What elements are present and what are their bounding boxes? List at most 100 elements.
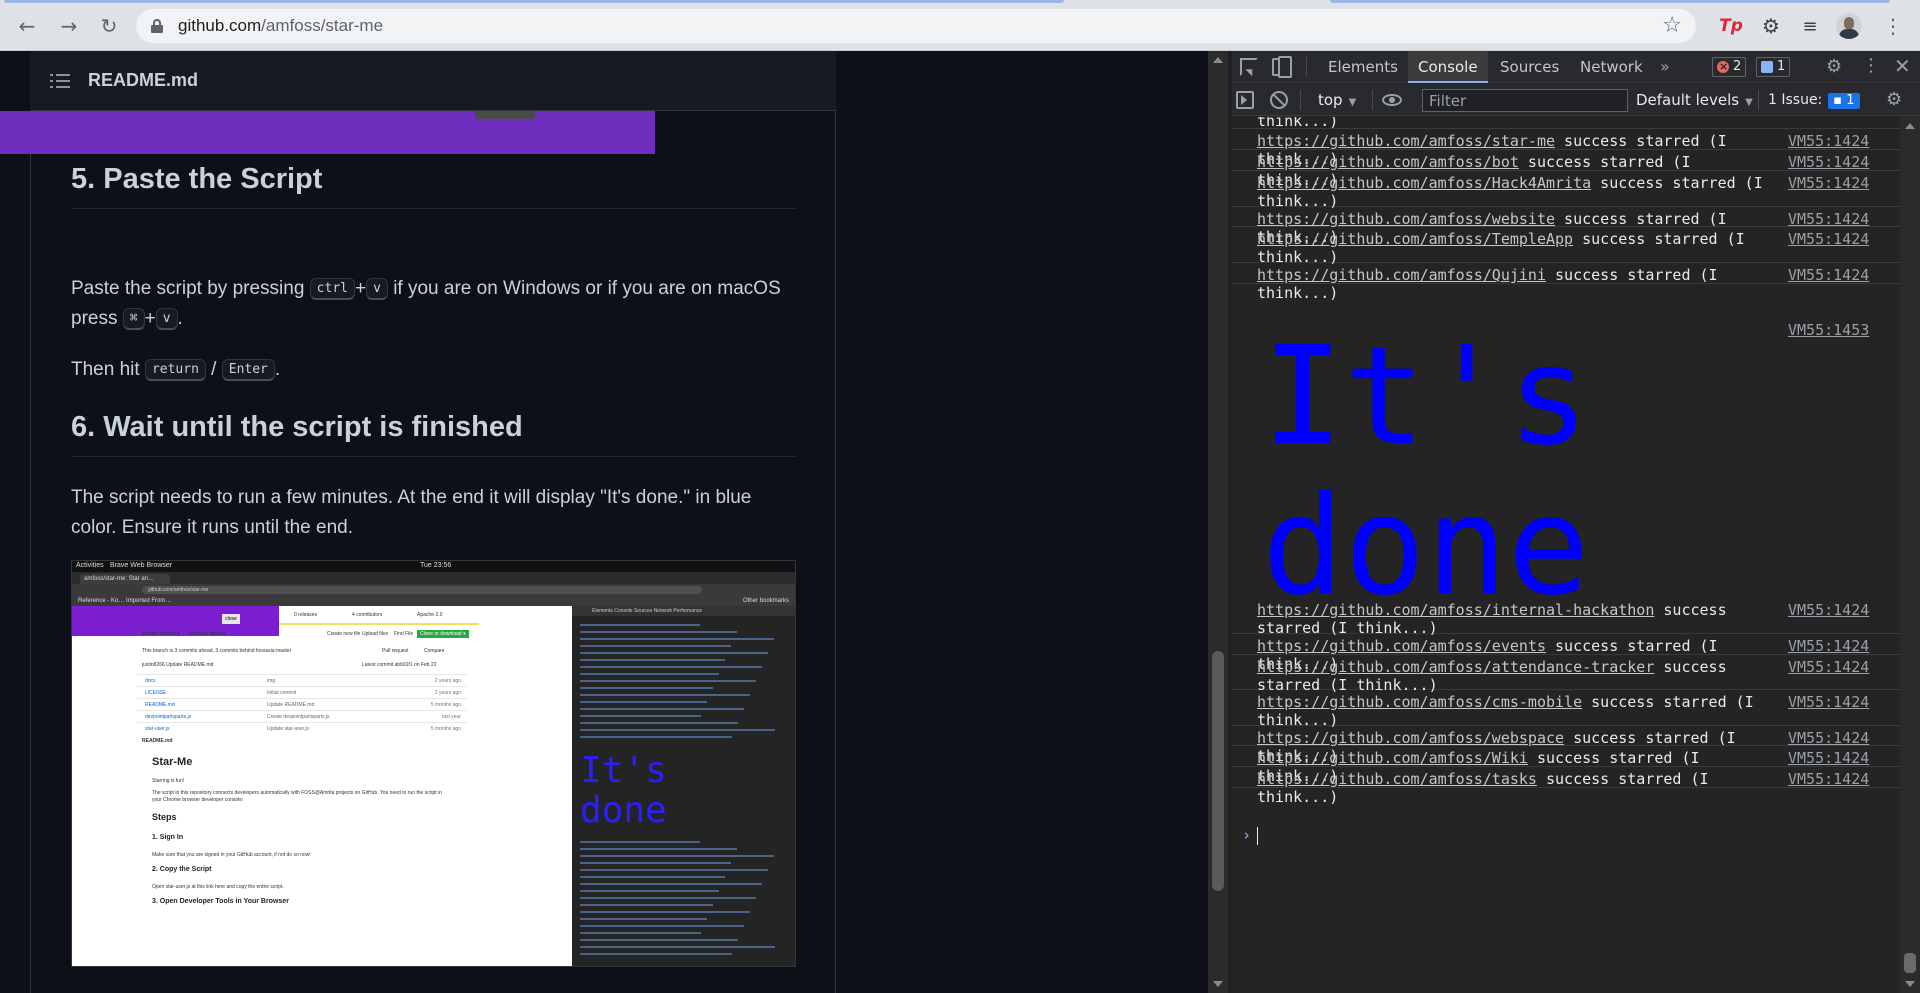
log-url-link[interactable]: https://github.com/amfoss/bot	[1257, 153, 1519, 171]
scroll-down-arrow-icon[interactable]	[1905, 981, 1915, 987]
source-link[interactable]: VM55:1424	[1788, 693, 1869, 711]
source-link[interactable]: VM55:1424	[1788, 174, 1869, 192]
source-link[interactable]: VM55:1424	[1788, 729, 1869, 747]
extensions-puzzle-icon[interactable]: ⚙	[1758, 13, 1784, 39]
browser-menu-icon[interactable]: ⋮	[1880, 13, 1906, 39]
log-levels-dropdown[interactable]: Default levels ▼	[1636, 90, 1753, 113]
log-url-link[interactable]: https://github.com/amfoss/internal-hacka…	[1257, 601, 1654, 619]
readme-title[interactable]: README.md	[88, 70, 198, 91]
tab-console[interactable]: Console	[1408, 51, 1488, 83]
log-message: https://github.com/amfoss/cms-mobile suc…	[1257, 693, 1777, 729]
settings-gear-icon[interactable]: ⚙	[1826, 56, 1842, 77]
more-tabs-icon[interactable]: »	[1660, 51, 1670, 83]
inspect-element-icon[interactable]	[1240, 58, 1258, 76]
source-link[interactable]: VM55:1424	[1788, 658, 1869, 676]
shot-log-line	[580, 736, 732, 738]
source-link[interactable]: VM55:1424	[1788, 230, 1869, 248]
console-log-row: https://github.com/amfoss/webspace succe…	[1232, 726, 1900, 765]
shot-address-bar: github.com/amfoss/star-me	[72, 584, 795, 596]
hit-text: Then hit	[71, 359, 145, 380]
url-text[interactable]: github.com/amfoss/star-me	[178, 16, 383, 36]
log-url-link[interactable]: https://github.com/amfoss/Wiki	[1257, 749, 1528, 767]
address-bar[interactable]: github.com/amfoss/star-me ☆	[136, 9, 1696, 43]
bookmark-star-icon[interactable]: ☆	[1662, 13, 1682, 38]
source-link[interactable]: VM55:1424	[1788, 770, 1869, 788]
scroll-thumb[interactable]	[1904, 953, 1916, 973]
error-count-badge[interactable]: 2	[1712, 57, 1747, 77]
shot-log-line	[580, 708, 744, 710]
issues-button[interactable]: 1 Issue: ▪ 1	[1768, 90, 1860, 110]
browser-tab[interactable]	[4, 0, 1064, 3]
shot-pull-request: Pull request	[382, 648, 409, 654]
log-url-link[interactable]: https://github.com/amfoss/star-me	[1257, 132, 1555, 150]
console-log-row: https://github.com/amfoss/star-me succes…	[1232, 129, 1900, 168]
scroll-thumb[interactable]	[1212, 651, 1224, 891]
context-selector[interactable]: top ▼	[1318, 90, 1356, 110]
source-link[interactable]: VM55:1424	[1788, 266, 1869, 284]
profile-avatar[interactable]	[1836, 13, 1862, 39]
shot-p-intro: The script in this repository connects d…	[152, 790, 442, 803]
console-log-row: https://github.com/amfoss/internal-hacka…	[1232, 598, 1900, 637]
error-icon	[1717, 58, 1729, 76]
shot-latest-commit: Latest commit abb01f1 on Feb 22	[362, 662, 437, 668]
source-link[interactable]: VM55:1424	[1788, 210, 1869, 228]
log-url-link[interactable]: https://github.com/amfoss/Qujini	[1257, 266, 1546, 284]
shot-heading-steps: Steps	[152, 812, 177, 822]
shot-log-line	[580, 687, 713, 689]
source-link[interactable]: VM55:1424	[1788, 132, 1869, 150]
source-link[interactable]: VM55:1424	[1788, 153, 1869, 171]
tab-elements[interactable]: Elements	[1318, 51, 1408, 83]
source-link[interactable]: VM55:1453	[1788, 321, 1869, 339]
clear-console-icon[interactable]	[1270, 91, 1288, 109]
console-log-row: https://github.com/amfoss/Qujini success…	[1232, 263, 1900, 302]
reload-icon[interactable]: ↻	[96, 13, 122, 39]
log-url-link[interactable]: https://github.com/amfoss/TempleApp	[1257, 230, 1573, 248]
console-settings-gear-icon[interactable]: ⚙	[1886, 89, 1902, 110]
chevron-down-icon: ▼	[1745, 97, 1753, 108]
reading-list-icon[interactable]: ≡	[1797, 13, 1823, 39]
source-link[interactable]: VM55:1424	[1788, 637, 1869, 655]
console-scrollbar[interactable]	[1900, 117, 1920, 993]
shot-log-line	[580, 904, 713, 906]
tab-sources[interactable]: Sources	[1490, 51, 1569, 83]
paragraph-paste: Paste the script by pressing ctrl + v if y…	[71, 274, 796, 334]
shot-heading-starme: Star-Me	[152, 756, 193, 768]
scroll-up-arrow-icon[interactable]	[1905, 123, 1915, 129]
shot-log-line	[580, 701, 707, 703]
shot-log-line	[580, 876, 725, 878]
shot-ahead: This branch is 3 commits ahead, 3 commit…	[142, 648, 292, 654]
tp-extension-icon[interactable]: Tp	[1718, 13, 1744, 39]
kbd-return: return	[144, 358, 206, 381]
console-output[interactable]: think...) https://github.com/amfoss/star-…	[1232, 117, 1900, 993]
scroll-down-arrow-icon[interactable]	[1213, 981, 1223, 987]
source-link[interactable]: VM55:1424	[1788, 601, 1869, 619]
log-url-link[interactable]: https://github.com/amfoss/events	[1257, 637, 1546, 655]
log-url-link[interactable]: https://github.com/amfoss/website	[1257, 210, 1555, 228]
console-sidebar-icon[interactable]	[1236, 91, 1254, 109]
forward-arrow-icon[interactable]: →	[56, 13, 82, 39]
browser-tab[interactable]	[1330, 0, 1890, 3]
log-url-link[interactable]: https://github.com/amfoss/cms-mobile	[1257, 693, 1582, 711]
page-scrollbar[interactable]	[1208, 51, 1228, 993]
live-expression-eye-icon[interactable]	[1382, 94, 1402, 106]
log-message: https://github.com/amfoss/tasks success …	[1257, 770, 1777, 806]
log-url-link[interactable]: https://github.com/amfoss/attendance-tra…	[1257, 658, 1654, 676]
tab-network[interactable]: Network	[1570, 51, 1653, 83]
source-link[interactable]: VM55:1424	[1788, 749, 1869, 767]
log-url-link[interactable]: https://github.com/amfoss/tasks	[1257, 770, 1537, 788]
back-arrow-icon[interactable]: ←	[14, 13, 40, 39]
close-icon[interactable]: ✕	[1894, 54, 1911, 78]
scroll-up-arrow-icon[interactable]	[1213, 57, 1223, 63]
console-input-caret[interactable]	[1257, 827, 1258, 845]
shot-tab-strip: amfoss/star-me: Star an…	[72, 572, 795, 584]
readme-header: README.md	[30, 51, 836, 111]
paste-text-1: Paste the script by pressing	[71, 278, 310, 299]
log-url-link[interactable]: https://github.com/amfoss/webspace	[1257, 729, 1564, 747]
filter-input[interactable]	[1422, 89, 1628, 112]
info-count-badge[interactable]: 1	[1756, 57, 1791, 77]
outline-list-icon[interactable]	[50, 73, 70, 89]
lock-icon[interactable]	[150, 19, 164, 33]
device-toolbar-icon[interactable]	[1272, 56, 1292, 78]
devtools-menu-icon[interactable]: ⋮	[1862, 55, 1880, 76]
log-url-link[interactable]: https://github.com/amfoss/Hack4Amrita	[1257, 174, 1591, 192]
